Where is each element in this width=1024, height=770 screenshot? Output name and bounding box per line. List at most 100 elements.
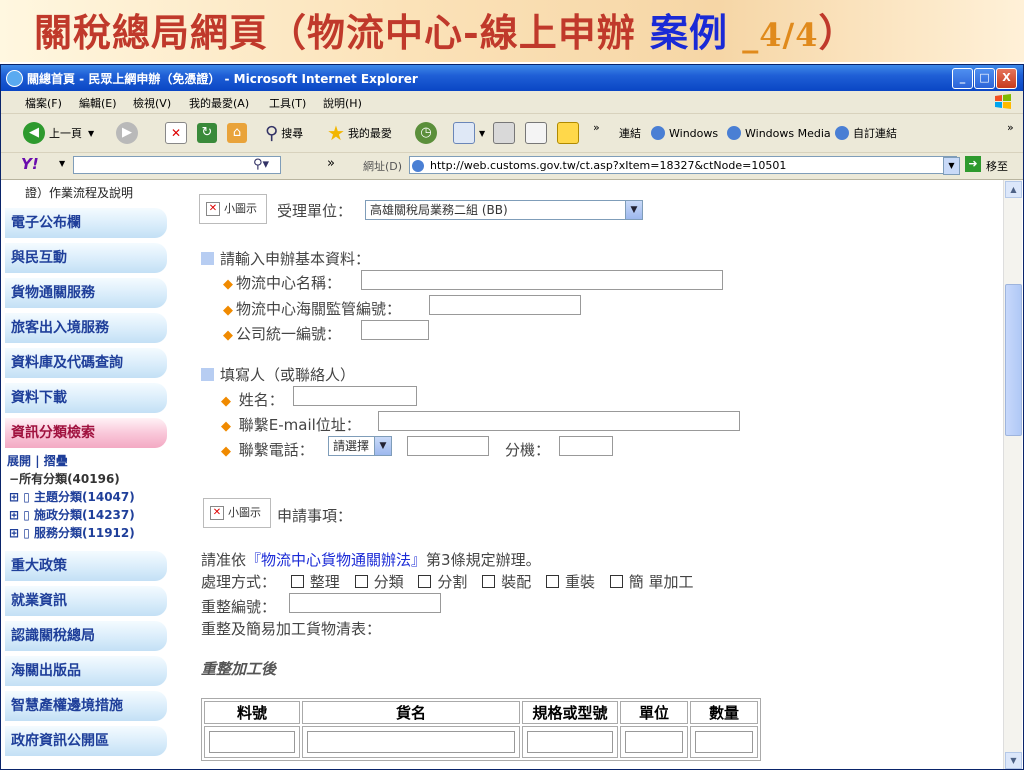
list-label: 重整及簡易加工貨物清表： <box>201 620 382 638</box>
sidebar-item-interaction[interactable]: 與民互動 <box>5 243 167 273</box>
checkbox[interactable] <box>418 575 432 588</box>
yahoo-overflow[interactable]: » <box>327 156 335 171</box>
toolbar: ◀ 上一頁 ▼ ▶ ✕ ↻ ⌂ ⚲ 搜尋 ★ 我的最愛 ◷ ▼ » 連結 Win… <box>1 114 1023 153</box>
sidebar-item-download[interactable]: 資料下載 <box>5 383 167 413</box>
window-titlebar[interactable]: 關總首頁 - 民眾上網申辦（免憑證） - Microsoft Internet … <box>1 65 1023 91</box>
menu-tools[interactable]: 工具(T) <box>269 95 306 111</box>
menu-help[interactable]: 說明(H) <box>323 95 362 111</box>
home-button[interactable]: ⌂ <box>227 120 251 146</box>
sidebar-item-open-info[interactable]: 政府資訊公開區 <box>5 726 167 756</box>
diamond-bullet-icon: ◆ <box>223 328 233 343</box>
minimize-button[interactable]: _ <box>952 68 973 89</box>
tree-item-policy[interactable]: ⊞ ▯ 施政分類(14237) <box>9 506 135 523</box>
qty-input[interactable] <box>695 731 753 753</box>
spec-input[interactable] <box>527 731 613 753</box>
area-code-select[interactable]: 請選擇 ▼ <box>328 436 392 456</box>
sidebar-item-about[interactable]: 認識關稅總局 <box>5 621 167 651</box>
col-header-unit: 單位 <box>620 701 688 724</box>
yahoo-dropdown-icon[interactable]: ▼ <box>59 159 65 168</box>
checkbox[interactable] <box>545 575 559 588</box>
sidebar-item-publications[interactable]: 海關出版品 <box>5 656 167 686</box>
go-button[interactable]: 移至 <box>986 158 1008 174</box>
back-button[interactable]: ◀ 上一頁 ▼ <box>23 120 94 146</box>
address-dropdown-icon[interactable]: ▼ <box>943 157 960 175</box>
reno-input[interactable] <box>289 593 441 613</box>
vertical-scrollbar[interactable]: ▲ ▼ <box>1003 180 1022 769</box>
link-custom[interactable]: 自訂連結 <box>835 120 897 146</box>
edit-button[interactable] <box>525 120 551 146</box>
sidebar-item-bulletin[interactable]: 電子公布欄 <box>5 208 167 238</box>
refresh-button[interactable]: ↻ <box>197 120 221 146</box>
unit-input[interactable] <box>625 731 683 753</box>
name-input[interactable] <box>293 386 417 406</box>
checkbox[interactable] <box>482 575 496 588</box>
phone-input[interactable] <box>407 436 489 456</box>
broken-image: ✕ 小圖示 <box>203 498 271 528</box>
print-icon <box>493 122 515 144</box>
customs-no-text: 物流中心海關監管編號： <box>236 300 402 318</box>
forward-button[interactable]: ▶ <box>116 120 142 146</box>
expand-link[interactable]: 展開 <box>7 454 31 468</box>
toolbar-overflow[interactable]: » <box>593 114 600 140</box>
tree-root[interactable]: −所有分類(40196) <box>9 470 120 487</box>
search-button[interactable]: ⚲ 搜尋 <box>265 120 303 146</box>
customs-no-input[interactable] <box>429 295 581 315</box>
links-overflow[interactable]: » <box>1007 114 1014 140</box>
favorites-button[interactable]: ★ 我的最愛 <box>327 120 392 146</box>
collapse-link[interactable]: 摺疊 <box>44 454 68 468</box>
rule-link[interactable]: 『物流中心貨物通關辦法』 <box>246 551 426 569</box>
messenger-button[interactable] <box>557 120 583 146</box>
back-label: 上一頁 <box>49 127 82 140</box>
item-no-input[interactable] <box>209 731 295 753</box>
back-arrow-icon: ◀ <box>23 122 45 144</box>
sidebar-item-policy[interactable]: 重大政策 <box>5 551 167 581</box>
go-arrow-icon[interactable]: ➜ <box>965 156 981 172</box>
yahoo-search-input[interactable] <box>73 156 281 174</box>
link-windows-media[interactable]: Windows Media <box>727 120 831 146</box>
table-cell <box>620 726 688 758</box>
tree-plus-icon: ⊞ ▯ <box>9 490 35 504</box>
sidebar-item-classification[interactable]: 資訊分類檢索 <box>5 418 167 448</box>
scroll-thumb[interactable] <box>1005 284 1022 436</box>
scroll-down-icon[interactable]: ▼ <box>1005 752 1022 769</box>
name-text: 姓名： <box>238 391 284 409</box>
sidebar-item-jobs[interactable]: 就業資訊 <box>5 586 167 616</box>
rule-text: 請准依『物流中心貨物通關辦法』第3條規定辦理。 <box>201 549 541 570</box>
menu-file[interactable]: 檔案(F) <box>25 95 62 111</box>
link-windows[interactable]: Windows <box>651 120 718 146</box>
sidebar-item-travelers[interactable]: 旅客出入境服務 <box>5 313 167 343</box>
tree-item-service[interactable]: ⊞ ▯ 服務分類(11912) <box>9 524 135 541</box>
address-input[interactable]: http://web.customs.gov.tw/ct.asp?xItem=1… <box>409 156 957 174</box>
method-row: 處理方式： 整理 分類 分割 裝配 重裝 簡 單加工 <box>201 571 694 592</box>
history-button[interactable]: ◷ <box>415 120 441 146</box>
broken-image-icon: ✕ <box>206 202 220 216</box>
sidebar-item-database[interactable]: 資料庫及代碼查詢 <box>5 348 167 378</box>
yahoo-logo[interactable]: Y! <box>21 155 39 173</box>
mail-button[interactable]: ▼ <box>453 120 485 146</box>
company-no-input[interactable] <box>361 320 429 340</box>
ext-input[interactable] <box>559 436 613 456</box>
maximize-button[interactable]: □ <box>974 68 995 89</box>
center-name-input[interactable] <box>361 270 723 290</box>
email-input[interactable] <box>378 411 740 431</box>
checkbox[interactable] <box>354 575 368 588</box>
menu-favorites[interactable]: 我的最愛(A) <box>189 95 249 111</box>
close-button[interactable]: X <box>996 68 1017 89</box>
stop-button[interactable]: ✕ <box>165 120 191 146</box>
email-label: ◆ 聯繫E-mail位址： <box>221 414 361 435</box>
sidebar-item-ipr[interactable]: 智慧產權邊境措施 <box>5 691 167 721</box>
scroll-up-icon[interactable]: ▲ <box>1005 181 1022 198</box>
mail-dropdown-icon: ▼ <box>479 128 486 138</box>
menu-view[interactable]: 檢視(V) <box>133 95 171 111</box>
form-content: ✕ 小圖示 受理單位： 高雄關稅局業務二組 (BB) ▼ 請輸入申辦基本資料： ◆… <box>171 180 1001 769</box>
menu-edit[interactable]: 編輯(E) <box>79 95 117 111</box>
sidebar-top-text[interactable]: 證）作業流程及說明 <box>25 184 133 201</box>
checkbox[interactable] <box>290 575 304 588</box>
unit-select[interactable]: 高雄關稅局業務二組 (BB) ▼ <box>365 200 643 220</box>
tree-item-topic[interactable]: ⊞ ▯ 主題分類(14047) <box>9 488 135 505</box>
goods-name-input[interactable] <box>307 731 515 753</box>
sidebar-item-cargo[interactable]: 貨物通關服務 <box>5 278 167 308</box>
checkbox[interactable] <box>609 575 623 588</box>
print-button[interactable] <box>493 120 519 146</box>
yahoo-search-icon[interactable]: ⚲▾ <box>253 157 269 172</box>
